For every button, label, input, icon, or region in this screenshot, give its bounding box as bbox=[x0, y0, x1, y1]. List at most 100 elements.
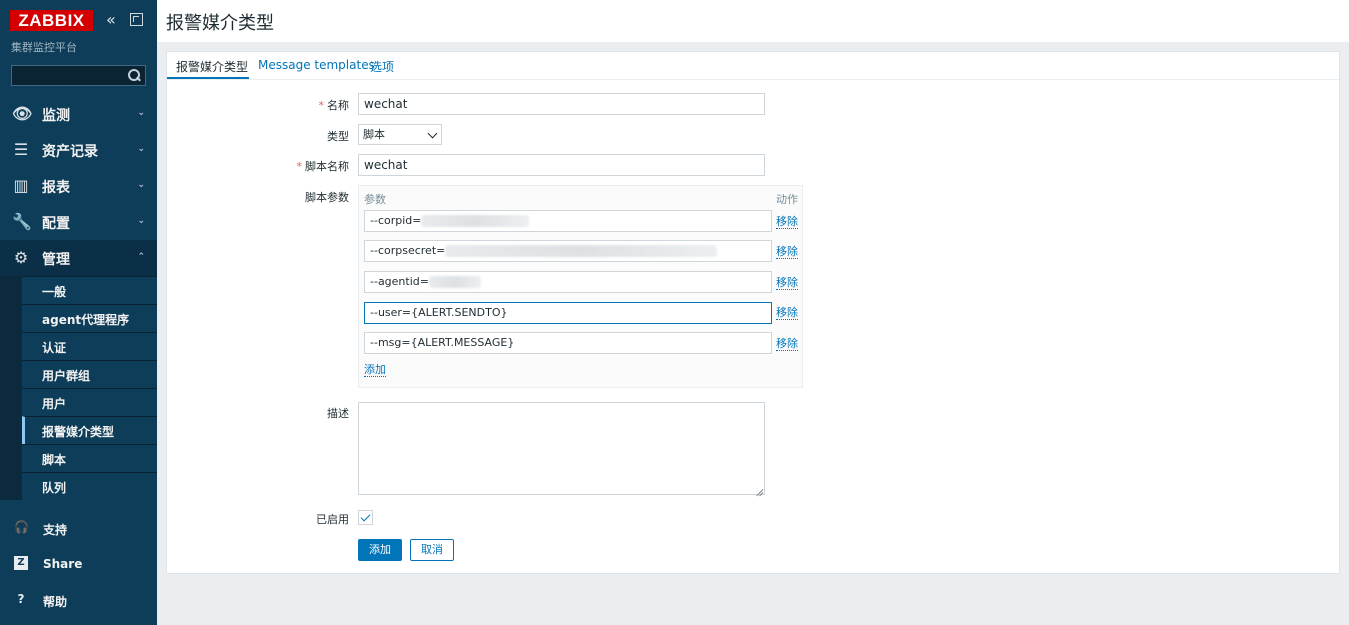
type-select[interactable]: 脚本 bbox=[358, 124, 442, 145]
remove-param-link[interactable]: 移除 bbox=[776, 307, 798, 320]
enabled-checkbox[interactable] bbox=[358, 510, 373, 525]
support-link[interactable]: 🎧 支持 bbox=[0, 510, 157, 546]
script-name-label-text: 脚本名称 bbox=[305, 160, 349, 173]
submenu-item-label: 用户 bbox=[42, 397, 67, 411]
submenu-item-media-types[interactable]: 报警媒介类型 bbox=[22, 416, 157, 444]
submenu-item-label: 脚本 bbox=[42, 453, 67, 467]
description-textarea[interactable] bbox=[358, 402, 765, 495]
menu-item-label: 报表 bbox=[42, 180, 70, 196]
submenu-item-queue[interactable]: 队列 bbox=[22, 472, 157, 500]
chevron-down-icon bbox=[427, 128, 438, 139]
menu-item-monitoring[interactable]: 👁 监测 ⌄ bbox=[0, 96, 157, 132]
chevron-down-icon: ⌄ bbox=[137, 144, 145, 154]
script-name-label: * 脚本名称 bbox=[267, 158, 350, 174]
redacted-value bbox=[445, 245, 718, 257]
cancel-button[interactable]: 取消 bbox=[410, 539, 454, 561]
menu-item-administration[interactable]: ⚙ 管理 ⌃ bbox=[0, 240, 157, 276]
submenu-item-label: 队列 bbox=[42, 481, 67, 495]
bottom-menu: 🎧 支持 Z Share ? 帮助 bbox=[0, 510, 157, 618]
logo-row: ZABBIX « bbox=[0, 0, 157, 36]
submenu-item-user-groups[interactable]: 用户群组 bbox=[22, 360, 157, 388]
tab-message-templates[interactable]: Message templates bbox=[258, 58, 375, 72]
menu-item-inventory[interactable]: ☰ 资产记录 ⌄ bbox=[0, 132, 157, 168]
remove-param-link[interactable]: 移除 bbox=[776, 246, 798, 259]
chevron-down-icon: ⌄ bbox=[137, 108, 145, 118]
name-input[interactable]: wechat bbox=[358, 93, 765, 115]
help-link[interactable]: ? 帮助 bbox=[0, 582, 157, 618]
media-type-form: 报警媒介类型 Message templates 选项 * 名称 wechat 类… bbox=[166, 51, 1340, 574]
active-tab-indicator bbox=[167, 77, 249, 79]
tab-media-type[interactable]: 报警媒介类型 bbox=[176, 58, 248, 75]
remove-param-link[interactable]: 移除 bbox=[776, 338, 798, 351]
submenu-item-general[interactable]: 一般 bbox=[22, 276, 157, 304]
sidebar: ZABBIX « 集群监控平台 👁 监测 ⌄ ☰ 资产记录 ⌄ ▥ 报表 ⌄ 🔧… bbox=[0, 0, 157, 625]
tab-bar: 报警媒介类型 Message templates 选项 bbox=[167, 52, 1339, 80]
administration-submenu: 一般 agent代理程序 认证 用户群组 用户 报警媒介类型 脚本 队列 bbox=[0, 276, 157, 500]
required-marker: * bbox=[296, 160, 303, 173]
chevron-up-icon: ⌃ bbox=[137, 252, 145, 262]
help-icon: ? bbox=[17, 592, 25, 606]
submenu-item-label: agent代理程序 bbox=[42, 313, 130, 327]
eye-icon: 👁 bbox=[12, 104, 33, 123]
redacted-value bbox=[421, 215, 530, 227]
name-label: * 名称 bbox=[267, 97, 350, 113]
server-name: 集群监控平台 bbox=[11, 41, 77, 54]
header-bar bbox=[157, 0, 1349, 42]
param-input-corpsecret[interactable]: --corpsecret= bbox=[364, 240, 772, 262]
params-header-param: 参数 bbox=[364, 193, 386, 206]
submenu-item-label: 认证 bbox=[42, 341, 67, 355]
script-params-label: 脚本参数 bbox=[305, 191, 349, 204]
chevron-down-icon: ⌄ bbox=[137, 216, 145, 226]
remove-param-link[interactable]: 移除 bbox=[776, 216, 798, 229]
param-value: --corpsecret= bbox=[370, 244, 446, 257]
param-input-corpid[interactable]: --corpid= bbox=[364, 210, 772, 232]
bar-chart-icon: ▥ bbox=[13, 176, 29, 195]
name-label-text: 名称 bbox=[327, 99, 349, 112]
help-label: 帮助 bbox=[43, 595, 68, 609]
submenu-item-users[interactable]: 用户 bbox=[22, 388, 157, 416]
zabbix-share-icon: Z bbox=[14, 556, 28, 570]
collapse-sidebar-icon[interactable]: « bbox=[106, 12, 122, 28]
main-menu: 👁 监测 ⌄ ☰ 资产记录 ⌄ ▥ 报表 ⌄ 🔧 配置 ⌄ ⚙ 管理 ⌃ 一般 … bbox=[0, 96, 157, 500]
type-label: 类型 bbox=[327, 130, 349, 143]
enabled-label: 已启用 bbox=[316, 513, 349, 526]
menu-item-label: 管理 bbox=[42, 252, 70, 268]
script-name-input[interactable]: wechat bbox=[358, 154, 765, 176]
resize-handle-icon[interactable] bbox=[755, 485, 763, 493]
submenu-item-proxies[interactable]: agent代理程序 bbox=[22, 304, 157, 332]
menu-item-configuration[interactable]: 🔧 配置 ⌄ bbox=[0, 204, 157, 240]
redacted-value bbox=[428, 276, 481, 288]
kiosk-mode-icon[interactable] bbox=[130, 13, 143, 26]
script-params-table: 参数 动作 --corpid= 移除 --corpsecret= 移除 --ag… bbox=[358, 185, 803, 388]
param-value: --corpid= bbox=[370, 214, 422, 227]
chevron-down-icon: ⌄ bbox=[137, 180, 145, 190]
menu-item-label: 资产记录 bbox=[42, 144, 98, 160]
support-label: 支持 bbox=[43, 523, 68, 537]
param-input-msg[interactable]: --msg={ALERT.MESSAGE} bbox=[364, 332, 772, 354]
search-icon[interactable] bbox=[127, 68, 141, 82]
submenu-item-label: 用户群组 bbox=[42, 369, 91, 383]
add-param-link[interactable]: 添加 bbox=[364, 364, 386, 377]
tab-options[interactable]: 选项 bbox=[370, 58, 394, 75]
submenu-item-label: 一般 bbox=[42, 285, 67, 299]
add-button[interactable]: 添加 bbox=[358, 539, 402, 561]
remove-param-link[interactable]: 移除 bbox=[776, 277, 798, 290]
param-input-user[interactable]: --user={ALERT.SENDTO} bbox=[364, 302, 772, 324]
param-value: --agentid= bbox=[370, 275, 429, 288]
search-input[interactable] bbox=[11, 65, 146, 86]
zabbix-logo[interactable]: ZABBIX bbox=[10, 10, 93, 31]
share-label: Share bbox=[43, 557, 83, 571]
type-select-value: 脚本 bbox=[363, 128, 385, 141]
menu-item-label: 监测 bbox=[42, 108, 70, 124]
gear-icon: ⚙ bbox=[13, 248, 29, 267]
submenu-item-label: 报警媒介类型 bbox=[42, 425, 115, 439]
page-title: 报警媒介类型 bbox=[166, 13, 274, 34]
description-label: 描述 bbox=[327, 407, 349, 420]
submenu-item-authentication[interactable]: 认证 bbox=[22, 332, 157, 360]
submenu-item-scripts[interactable]: 脚本 bbox=[22, 444, 157, 472]
share-link[interactable]: Z Share bbox=[0, 546, 157, 582]
params-header-action: 动作 bbox=[776, 193, 798, 206]
param-input-agentid[interactable]: --agentid= bbox=[364, 271, 772, 293]
menu-item-label: 配置 bbox=[42, 216, 70, 232]
menu-item-reports[interactable]: ▥ 报表 ⌄ bbox=[0, 168, 157, 204]
